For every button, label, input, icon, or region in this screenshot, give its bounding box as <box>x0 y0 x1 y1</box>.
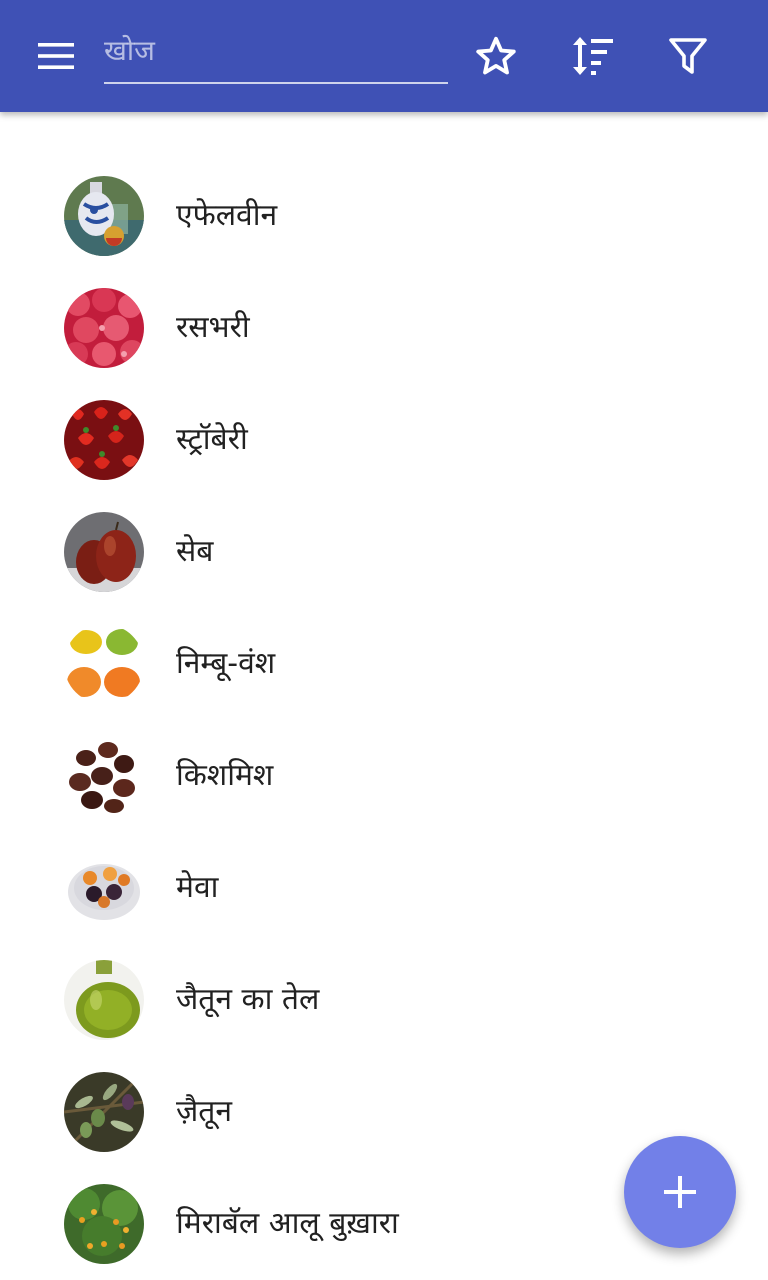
olive-thumbnail <box>64 1072 144 1152</box>
mirabelle-tree-icon <box>64 1184 144 1264</box>
apple-icon <box>64 512 144 592</box>
dried-fruit-bowl-icon <box>64 848 144 928</box>
dried-fruit-thumbnail <box>64 848 144 928</box>
menu-icon <box>38 43 74 69</box>
filter-button[interactable] <box>656 24 720 88</box>
sort-icon <box>573 37 613 75</box>
cider-jug-icon <box>64 176 144 256</box>
olive-branch-icon <box>64 1072 144 1152</box>
list-item[interactable]: रसभरी <box>0 272 768 384</box>
list-item[interactable]: स्ट्रॉबेरी <box>0 384 768 496</box>
list-item[interactable]: मेवा <box>0 832 768 944</box>
filter-icon <box>669 38 707 74</box>
sort-button[interactable] <box>560 24 624 88</box>
raisins-icon <box>64 736 144 816</box>
list-item[interactable]: एफेलवीन <box>0 160 768 272</box>
strawberries-icon <box>64 400 144 480</box>
item-label: मेवा <box>176 870 219 905</box>
list-item[interactable]: किशमिश <box>0 720 768 832</box>
item-label: सेब <box>176 534 214 569</box>
item-label: जैतून का तेल <box>176 982 320 1017</box>
citrus-thumbnail <box>64 624 144 704</box>
raspberries-thumbnail <box>64 288 144 368</box>
item-label: एफेलवीन <box>176 198 278 233</box>
list-item[interactable]: जैतून का तेल <box>0 944 768 1056</box>
raisins-thumbnail <box>64 736 144 816</box>
cider-jug-thumbnail <box>64 176 144 256</box>
olive-oil-bottle-icon <box>64 960 144 1040</box>
item-label: ज़ैतून <box>176 1094 233 1129</box>
favorites-button[interactable] <box>464 24 528 88</box>
item-label: स्ट्रॉबेरी <box>176 422 248 457</box>
raspberries-icon <box>64 288 144 368</box>
strawberries-thumbnail <box>64 400 144 480</box>
list-item[interactable]: निम्बू-वंश <box>0 608 768 720</box>
search-input[interactable] <box>104 28 444 72</box>
search-box <box>104 24 448 84</box>
fruit-list: एफेलवीन रसभरी स्ट्रॉबेरी सेब निम्बू-वंश … <box>0 160 768 1280</box>
plus-icon <box>664 1176 696 1208</box>
citrus-icon <box>64 624 144 704</box>
item-label: रसभरी <box>176 310 250 345</box>
mirabelle-thumbnail <box>64 1184 144 1264</box>
add-button[interactable] <box>624 1136 736 1248</box>
app-root: एफेलवीन रसभरी <box>0 0 768 1280</box>
item-label: किशमिश <box>176 758 274 793</box>
list-item[interactable]: सेब <box>0 496 768 608</box>
star-icon <box>476 36 516 75</box>
menu-button[interactable] <box>22 24 90 88</box>
apple-thumbnail <box>64 512 144 592</box>
olive-oil-thumbnail <box>64 960 144 1040</box>
item-label: निम्बू-वंश <box>176 646 276 681</box>
top-app-bar <box>0 0 768 112</box>
item-label: मिराबॅल आलू बुख़ारा <box>176 1206 399 1241</box>
